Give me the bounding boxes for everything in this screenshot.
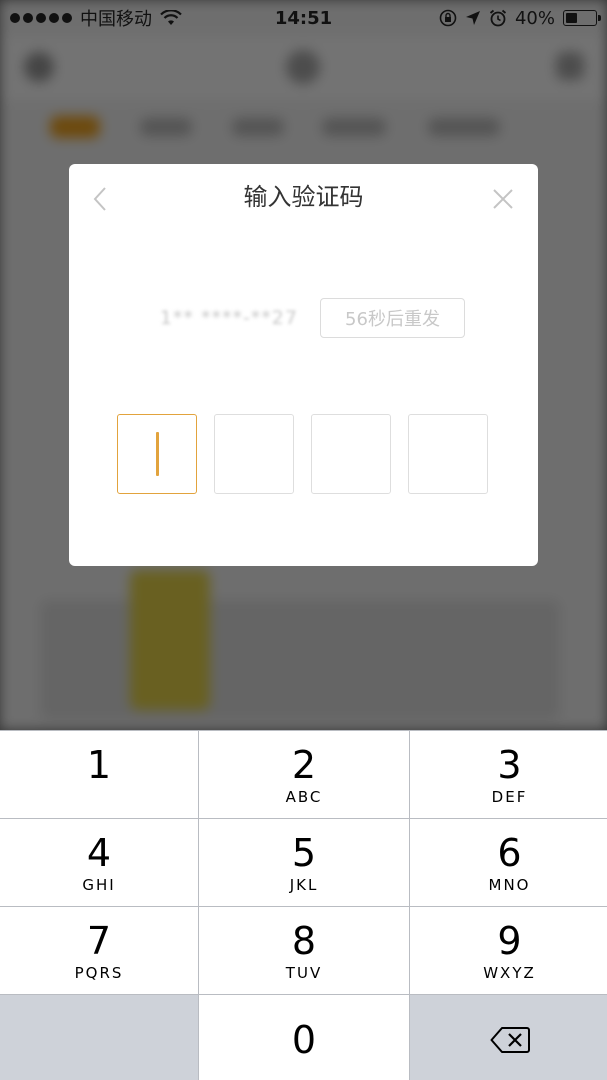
delete-key[interactable] <box>410 995 607 1080</box>
phone-row: 1** ****-**27 56秒后重发 <box>69 298 538 338</box>
verification-dialog: 输入验证码 1** ****-**27 56秒后重发 <box>69 164 538 566</box>
key-letters: MNO <box>488 875 531 894</box>
code-box-4[interactable] <box>408 414 488 494</box>
backspace-icon <box>490 1026 530 1053</box>
status-time: 14:51 <box>274 7 333 29</box>
rotation-lock-icon <box>439 9 457 27</box>
key-4[interactable]: 4 GHI <box>0 819 198 906</box>
signal-icon <box>10 13 72 23</box>
key-letters: JKL <box>289 875 319 894</box>
phone-number: 1** ****-**27 <box>159 307 298 329</box>
wifi-icon <box>160 10 182 25</box>
key-blank <box>0 995 198 1080</box>
key-1[interactable]: 1 <box>0 731 198 818</box>
key-letters: DEF <box>491 787 528 806</box>
key-digit: 5 <box>291 830 317 875</box>
key-digit: 2 <box>291 742 317 787</box>
location-icon <box>465 11 480 25</box>
key-7[interactable]: 7 PQRS <box>0 907 198 994</box>
status-right: 40% <box>377 7 601 29</box>
status-left: 中国移动 <box>10 5 230 31</box>
text-cursor <box>155 432 159 476</box>
battery-icon <box>563 10 601 26</box>
key-letters: TUV <box>285 963 323 982</box>
key-digit: 6 <box>497 830 522 875</box>
key-digit: 8 <box>291 918 317 963</box>
close-icon <box>493 189 513 209</box>
code-box-1[interactable] <box>117 414 197 494</box>
key-digit: 1 <box>86 742 112 787</box>
key-9[interactable]: 9 WXYZ <box>410 907 607 994</box>
screen: 中国移动 14:51 40% 输入验证码 1** ****-**27 56秒后重… <box>0 0 607 1080</box>
key-0[interactable]: 0 <box>199 995 409 1080</box>
key-letters: GHI <box>82 875 116 894</box>
key-digit: 3 <box>497 742 522 787</box>
battery-percent: 40% <box>514 7 555 29</box>
key-digit: 9 <box>497 918 522 963</box>
key-8[interactable]: 8 TUV <box>199 907 409 994</box>
key-digit: 0 <box>291 1017 317 1062</box>
code-box-2[interactable] <box>214 414 294 494</box>
key-3[interactable]: 3 DEF <box>410 731 607 818</box>
numeric-keypad: 1 2 ABC 3 DEF 4 GHI 5 JKL 6 MNO 7 PQRS 8 <box>0 730 607 1080</box>
status-bar: 中国移动 14:51 40% <box>0 0 607 36</box>
key-letters: PQRS <box>74 963 124 982</box>
key-6[interactable]: 6 MNO <box>410 819 607 906</box>
carrier-name: 中国移动 <box>80 9 152 30</box>
key-letters: WXYZ <box>483 963 536 982</box>
key-2[interactable]: 2 ABC <box>199 731 409 818</box>
dialog-title: 输入验证码 <box>243 183 364 211</box>
key-5[interactable]: 5 JKL <box>199 819 409 906</box>
code-input-row <box>117 414 488 494</box>
resend-button[interactable]: 56秒后重发 <box>320 298 465 338</box>
close-button[interactable] <box>488 184 518 214</box>
key-digit: 7 <box>86 918 112 963</box>
key-digit: 4 <box>86 830 112 875</box>
battery-level <box>566 13 577 23</box>
alarm-icon <box>489 9 507 27</box>
key-letters: ABC <box>285 787 323 806</box>
code-box-3[interactable] <box>311 414 391 494</box>
